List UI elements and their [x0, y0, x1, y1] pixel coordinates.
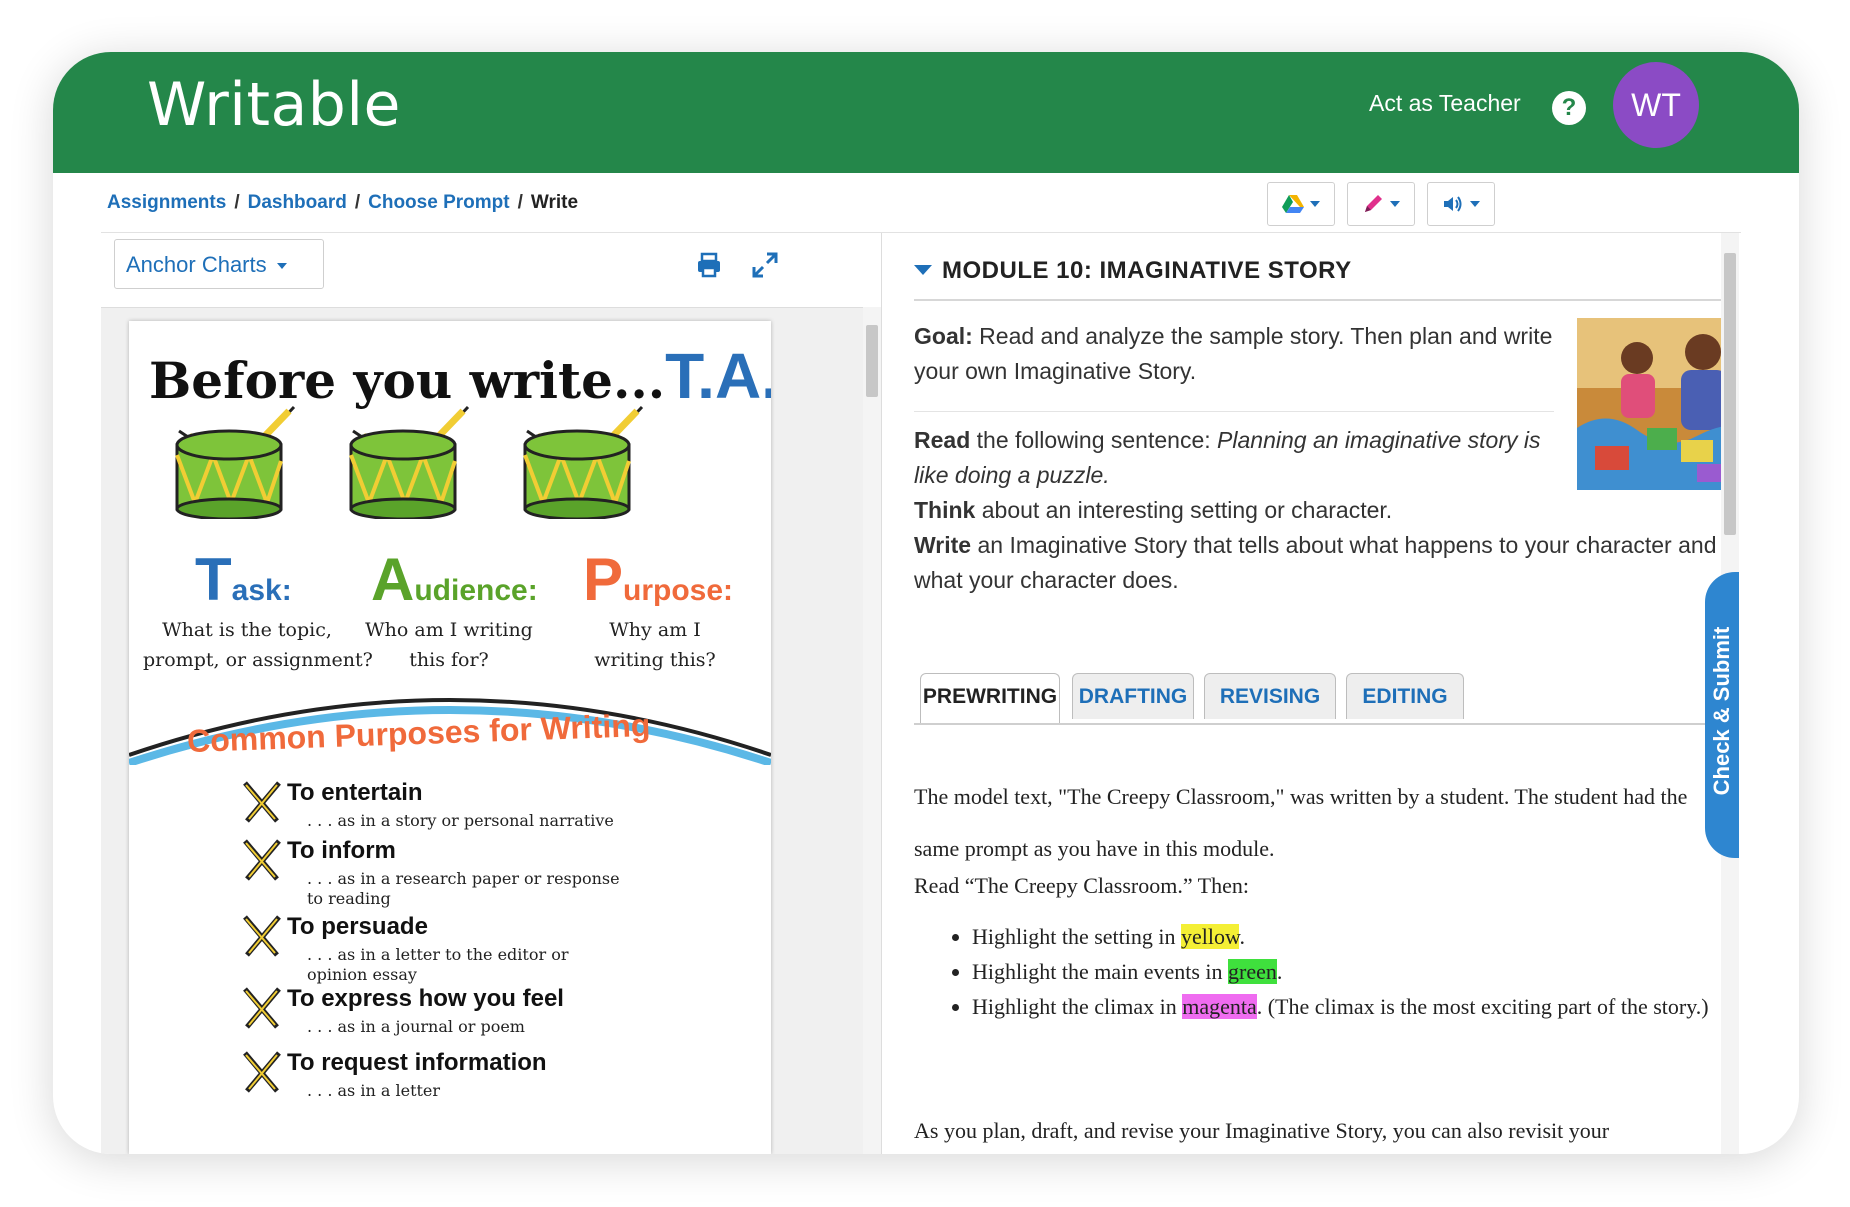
list-item: Highlight the climax in magenta. (The cl…: [972, 989, 1734, 1024]
tab-drafting[interactable]: DRAFTING: [1072, 673, 1194, 719]
list-item: Highlight the setting in yellow.: [972, 919, 1734, 954]
tap-anchor-chart: Before you write...T.A.P.: [129, 321, 771, 1154]
drum-icon: [523, 405, 644, 519]
breadcrumb-dashboard[interactable]: Dashboard: [248, 192, 347, 213]
left-scrollbar[interactable]: [863, 307, 881, 1154]
check-and-submit-button[interactable]: Check & Submit: [1705, 572, 1739, 858]
question-circle-icon[interactable]: ?: [1552, 91, 1586, 125]
highlight-green: green: [1228, 959, 1277, 984]
highlight-instructions: Highlight the setting in yellow. Highlig…: [914, 919, 1734, 1024]
story-illustration: [1577, 318, 1739, 490]
left-scrollbar-thumb[interactable]: [866, 325, 878, 397]
chart-title: Before you write...T.A.P.: [149, 339, 771, 413]
writing-stage-tabs: PREWRITING DRAFTING REVISING EDITING: [914, 673, 1739, 725]
list-item: Highlight the main events in green.: [972, 954, 1734, 989]
speaker-icon: [1444, 196, 1462, 212]
tab-revising[interactable]: REVISING: [1204, 673, 1336, 719]
purpose-item: To express how you feel . . . as in a jo…: [241, 985, 761, 1049]
anchor-charts-dropdown[interactable]: Anchor Charts: [114, 239, 324, 289]
read-instruction: Read the following sentence: Planning an…: [914, 427, 1541, 488]
user-avatar[interactable]: WT: [1613, 62, 1699, 148]
expand-icon[interactable]: [751, 251, 779, 279]
app-window: Writable Act as Teacher ? WT Assignments…: [53, 52, 1799, 1154]
anchor-chart-pane: Anchor Charts Before you write...T.A.P.: [101, 233, 882, 1154]
act-as-teacher-link[interactable]: Act as Teacher: [1369, 90, 1521, 117]
tap-audience-heading: Audience:: [371, 546, 538, 613]
highlighter-button[interactable]: [1347, 182, 1415, 226]
purpose-item: To request information . . . as in a let…: [241, 1049, 761, 1107]
drumsticks-icon: [243, 915, 281, 957]
google-drive-button[interactable]: [1267, 182, 1335, 226]
tab-editing[interactable]: EDITING: [1346, 673, 1464, 719]
tap-purpose-question: Why am Iwriting this?: [594, 619, 716, 671]
caret-down-icon: [914, 264, 932, 275]
think-instruction: Think about an interesting setting or ch…: [914, 497, 1393, 523]
breadcrumb: Assignments / Dashboard / Choose Prompt / Writ…: [107, 192, 579, 213]
purposes-list: To entertain . . . as in a story or pers…: [241, 779, 761, 1107]
purpose-item: To inform . . . as in a research paper o…: [241, 837, 761, 913]
app-header: Writable Act as Teacher ? WT: [53, 52, 1799, 173]
model-text-intro: The model text, "The Creepy Classroom," …: [914, 784, 1688, 861]
revisit-text: As you plan, draft, and revise your Imag…: [914, 1118, 1610, 1143]
tap-task-question: What is the topic, prompt, or assignment?: [143, 619, 373, 671]
right-scrollbar-thumb[interactable]: [1724, 253, 1736, 535]
breadcrumb-current: Write: [530, 192, 579, 213]
drum-icon: [175, 405, 296, 519]
breadcrumb-assignments[interactable]: Assignments: [107, 192, 226, 213]
module-divider: [914, 299, 1739, 301]
tap-purpose-heading: Purpose:: [583, 546, 734, 613]
writable-logo[interactable]: Writable: [147, 70, 401, 140]
drumsticks-icon: [243, 781, 281, 823]
highlight-magenta: magenta: [1182, 994, 1257, 1019]
tap-task-heading: Task:: [195, 546, 292, 613]
tap-audience-question: Who am I writing this for?: [365, 619, 533, 671]
anchor-chart-toolbar: Anchor Charts: [101, 233, 881, 308]
breadcrumb-choose-prompt[interactable]: Choose Prompt: [368, 192, 509, 213]
drum-icon: [349, 405, 470, 519]
chart-title-tap: T.A.P.: [665, 340, 771, 412]
write-instruction: Write an Imaginative Story that tells ab…: [914, 532, 1717, 593]
tab-prewriting[interactable]: PREWRITING: [920, 673, 1060, 723]
goal-text: Goal: Read and analyze the sample story.…: [914, 323, 1553, 384]
highlight-yellow: yellow: [1181, 924, 1240, 949]
drumsticks-icon: [243, 987, 281, 1029]
print-icon[interactable]: [695, 251, 723, 279]
goal-divider: [914, 411, 1554, 412]
drumsticks-icon: [243, 1051, 281, 1093]
read-then-text: Read “The Creepy Classroom.” Then:: [914, 873, 1249, 898]
purpose-item: To entertain . . . as in a story or pers…: [241, 779, 761, 837]
prompt-pane: MODULE 10: IMAGINATIVE STORY Goal: Read …: [882, 233, 1739, 1154]
highlighter-pen-icon: [1365, 195, 1382, 212]
drumsticks-icon: [243, 839, 281, 881]
drum-icons: [175, 405, 644, 519]
purpose-item: To persuade . . . as in a letter to the …: [241, 913, 761, 985]
google-drive-icon: [1282, 195, 1304, 213]
text-to-speech-button[interactable]: [1427, 182, 1495, 226]
module-toggle[interactable]: MODULE 10: IMAGINATIVE STORY: [914, 257, 1352, 285]
